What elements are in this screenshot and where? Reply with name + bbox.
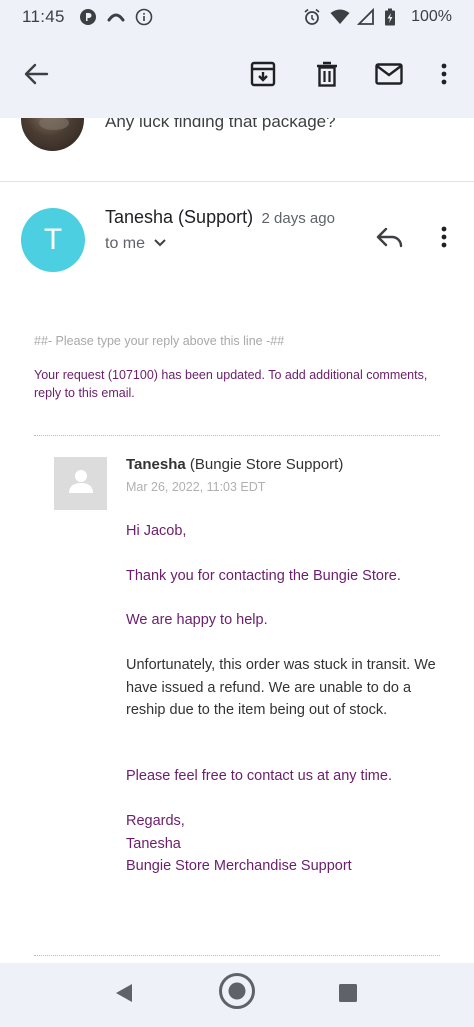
happy-text: We are happy to help. — [126, 612, 268, 628]
agent-name-line: Tanesha (Bungie Store Support) — [126, 456, 343, 473]
person-icon — [68, 468, 94, 499]
greeting-text: Hi Jacob, — [126, 523, 187, 539]
status-bar: 11:45 100% — [0, 0, 474, 34]
message-more-button[interactable] — [428, 221, 460, 257]
message-snippet: Any luck finding that package? — [105, 118, 336, 131]
sender-initial: T — [43, 223, 63, 256]
more-vert-icon — [441, 63, 447, 90]
more-options-button[interactable] — [424, 56, 464, 96]
divider — [34, 435, 440, 436]
contact-text: Please feel free to contact us at any ti… — [126, 768, 392, 784]
triangle-back-icon — [113, 982, 135, 1009]
delete-button[interactable] — [307, 56, 347, 96]
archive-icon — [250, 61, 276, 92]
thanks-text: Thank you for contacting the Bungie Stor… — [126, 568, 401, 584]
reply-button[interactable] — [372, 221, 408, 257]
reply-above-line-text: ##- Please type your reply above this li… — [34, 334, 285, 348]
agent-avatar — [54, 457, 107, 510]
sender-name: Tanesha (Support) — [105, 207, 254, 227]
agent-name: Tanesha — [126, 456, 186, 473]
divider — [34, 955, 440, 956]
message-header: T Tanesha (Support) 2 days ago to me — [0, 183, 474, 293]
nav-home-button[interactable] — [217, 972, 257, 1015]
avatar — [21, 118, 84, 151]
system-nav-bar — [0, 963, 474, 1027]
status-system-icons: 100% — [303, 7, 452, 26]
recipient-label: to me — [105, 235, 146, 252]
regards-text: Regards, — [126, 813, 185, 829]
agent-org: (Bungie Store Support) — [185, 456, 344, 473]
reply-icon — [376, 226, 404, 253]
mail-icon — [375, 62, 403, 90]
refund-text: Unfortunately, this order was stuck in t… — [126, 657, 436, 718]
request-update-notice: Your request (107100) has been updated. … — [34, 368, 428, 400]
status-notification-icons — [79, 8, 153, 26]
info-icon — [135, 8, 153, 26]
signature-block: Regards, Tanesha Bungie Store Merchandis… — [126, 810, 444, 878]
nav-back-button[interactable] — [104, 975, 144, 1015]
arrow-left-icon — [23, 62, 49, 91]
message-time: 2 days ago — [261, 210, 335, 227]
square-recents-icon — [338, 983, 358, 1008]
archive-button[interactable] — [243, 56, 283, 96]
trash-icon — [316, 61, 338, 92]
back-button[interactable] — [16, 56, 56, 96]
chevron-down-icon — [153, 235, 167, 253]
status-time: 11:45 — [22, 7, 65, 26]
nav-recents-button[interactable] — [328, 975, 368, 1015]
signature-name: Tanesha — [126, 835, 181, 852]
app-bar — [0, 34, 474, 118]
cell-signal-icon — [356, 7, 375, 26]
sender-line: Tanesha (Support) 2 days ago — [105, 207, 335, 228]
wifi-icon — [330, 8, 350, 26]
mark-unread-button[interactable] — [369, 56, 409, 96]
sender-avatar: T — [21, 208, 85, 272]
agent-message-date: Mar 26, 2022, 11:03 EDT — [126, 480, 266, 494]
home-circle-icon — [218, 972, 256, 1015]
recipient-details-toggle[interactable]: to me — [105, 235, 167, 253]
battery-charging-icon — [384, 8, 402, 26]
alarm-icon — [303, 8, 321, 26]
arc-icon — [107, 8, 125, 26]
battery-percent: 100% — [411, 8, 452, 25]
signature-team: Bungie Store Merchandise Support — [126, 858, 352, 874]
pandora-icon — [79, 8, 97, 26]
more-vert-icon — [441, 226, 447, 253]
previous-message-collapsed[interactable]: Any luck finding that package? — [0, 118, 474, 182]
